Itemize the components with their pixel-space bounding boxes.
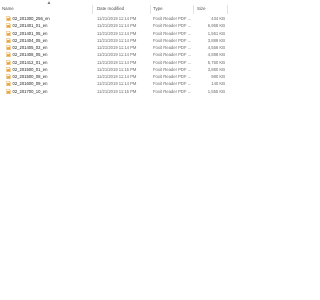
file-size: 1,561 KB — [207, 30, 225, 36]
file-name: 02_201700_10_en — [12, 88, 48, 94]
file-row[interactable]: 02_201401_01_en 11/21/2019 11:14 PM Foxit … — [0, 22, 230, 29]
file-name-cell[interactable]: 02_201300_256_en — [6, 15, 92, 22]
file-type: Foxit Reader PDF ... — [153, 59, 192, 65]
column-header-date-modified[interactable]: Date modified — [95, 3, 151, 14]
file-name: 02_201401_01_en — [12, 23, 48, 29]
file-date-modified: 11/21/2019 11:14 PM — [97, 16, 137, 21]
file-size: 434 KB — [211, 16, 225, 21]
file-name: 02_201405_02_en — [12, 45, 48, 50]
file-row[interactable]: 02_201412_01_en 11/21/2019 11:14 PM Foxit … — [0, 59, 230, 66]
column-divider[interactable] — [92, 5, 93, 14]
column-divider[interactable] — [193, 5, 194, 14]
pdf-file-icon — [6, 81, 11, 87]
pdf-file-icon — [6, 59, 11, 65]
file-list: ▲ Name Date modified Type Size 02_201300… — [0, 0, 300, 300]
file-date-modified: 11/21/2019 11:14 PM — [97, 59, 137, 65]
file-row[interactable]: 02_201500_01_en 11/21/2019 11:15 PM Foxit … — [0, 66, 230, 73]
file-row[interactable]: 02_201401_05_en 11/21/2019 11:14 PM Foxit … — [0, 30, 230, 37]
file-name-cell[interactable]: 02_201700_10_en — [6, 88, 92, 95]
file-type: Foxit Reader PDF ... — [153, 88, 192, 94]
pdf-file-icon — [6, 30, 11, 36]
file-name-cell[interactable]: 02_201412_01_en — [6, 59, 92, 66]
file-date-modified: 11/21/2019 11:14 PM — [97, 52, 137, 58]
file-name-cell[interactable]: 02_201600_09_en — [6, 80, 92, 87]
file-name: 02_201404_05_en — [12, 37, 48, 43]
file-size: 140 KB — [211, 81, 225, 87]
file-row[interactable]: 02_201500_08_en 11/21/2019 11:14 PM Foxit … — [0, 73, 230, 80]
file-name-cell[interactable]: 02_201500_08_en — [6, 73, 92, 80]
file-size: 3,889 KB — [207, 37, 225, 43]
file-name: 02_201401_05_en — [12, 30, 48, 36]
file-size: 4,556 KB — [207, 45, 225, 50]
file-date-modified: 11/21/2019 11:15 PM — [97, 66, 137, 72]
file-rows: 02_201300_256_en 11/21/2019 11:14 PM Foxit… — [0, 15, 230, 95]
file-type: Foxit Reader PDF ... — [153, 66, 192, 72]
file-name-cell[interactable]: 02_201500_01_en — [6, 66, 92, 73]
file-type: Foxit Reader PDF ... — [153, 45, 192, 50]
file-date-modified: 11/21/2019 11:15 PM — [97, 88, 137, 94]
file-date-modified: 11/21/2019 11:14 PM — [97, 37, 137, 43]
file-row[interactable]: 02_201600_09_en 11/21/2019 11:14 PM Foxit … — [0, 80, 230, 87]
file-name-cell[interactable]: 02_201404_05_en — [6, 37, 92, 44]
file-row[interactable]: 02_201408_05_en 11/21/2019 11:14 PM Foxit … — [0, 51, 230, 58]
pdf-file-icon — [6, 74, 11, 80]
file-date-modified: 11/21/2019 11:14 PM — [97, 81, 137, 87]
file-row[interactable]: 02_201300_256_en 11/21/2019 11:14 PM Foxit… — [0, 15, 230, 22]
file-type: Foxit Reader PDF ... — [153, 30, 192, 36]
file-size: 980 KB — [211, 74, 225, 79]
file-type: Foxit Reader PDF ... — [153, 74, 192, 79]
pdf-file-icon — [6, 23, 11, 29]
file-name: 02_201412_01_en — [12, 59, 48, 65]
file-size: 3,860 KB — [207, 66, 225, 72]
file-name-cell[interactable]: 02_201401_01_en — [6, 22, 92, 29]
column-header-type[interactable]: Type — [151, 3, 193, 14]
file-type: Foxit Reader PDF ... — [153, 37, 192, 43]
pdf-file-icon — [6, 66, 11, 72]
file-date-modified: 11/21/2019 11:14 PM — [97, 45, 137, 50]
file-name-cell[interactable]: 02_201401_05_en — [6, 30, 92, 37]
file-date-modified: 11/21/2019 11:14 PM — [97, 30, 137, 36]
pdf-file-icon — [6, 16, 11, 22]
file-name: 02_201500_01_en — [12, 66, 48, 72]
pdf-file-icon — [6, 37, 11, 43]
file-date-modified: 11/21/2019 11:14 PM — [97, 74, 137, 79]
file-type: Foxit Reader PDF ... — [153, 52, 192, 58]
file-size: 6,958 KB — [207, 23, 225, 29]
file-type: Foxit Reader PDF ... — [153, 23, 192, 29]
file-size: 5,760 KB — [207, 59, 225, 65]
pdf-file-icon — [6, 52, 11, 58]
file-name: 02_201600_09_en — [12, 81, 48, 87]
file-row[interactable]: 02_201405_02_en 11/21/2019 11:14 PM Foxit … — [0, 44, 230, 51]
file-row[interactable]: 02_201700_10_en 11/21/2019 11:15 PM Foxit … — [0, 88, 230, 95]
file-date-modified: 11/21/2019 11:14 PM — [97, 23, 137, 29]
file-name-cell[interactable]: 02_201405_02_en — [6, 44, 92, 51]
file-type: Foxit Reader PDF ... — [153, 81, 192, 87]
column-header-row: Name Date modified Type Size — [0, 3, 230, 14]
pdf-file-icon — [6, 88, 11, 94]
file-row[interactable]: 02_201404_05_en 11/21/2019 11:14 PM Foxit … — [0, 37, 230, 44]
column-header-name[interactable]: Name — [0, 3, 92, 14]
file-name: 02_201408_05_en — [12, 52, 48, 58]
file-name: 02_201500_08_en — [12, 74, 48, 79]
file-type: Foxit Reader PDF ... — [153, 16, 192, 21]
file-size: 4,888 KB — [207, 52, 225, 58]
file-size: 1,555 KB — [207, 88, 225, 94]
column-header-size[interactable]: Size — [195, 3, 227, 14]
pdf-file-icon — [6, 45, 11, 51]
file-name: 02_201300_256_en — [12, 16, 50, 21]
column-divider[interactable] — [227, 5, 228, 14]
file-name-cell[interactable]: 02_201408_05_en — [6, 51, 92, 58]
